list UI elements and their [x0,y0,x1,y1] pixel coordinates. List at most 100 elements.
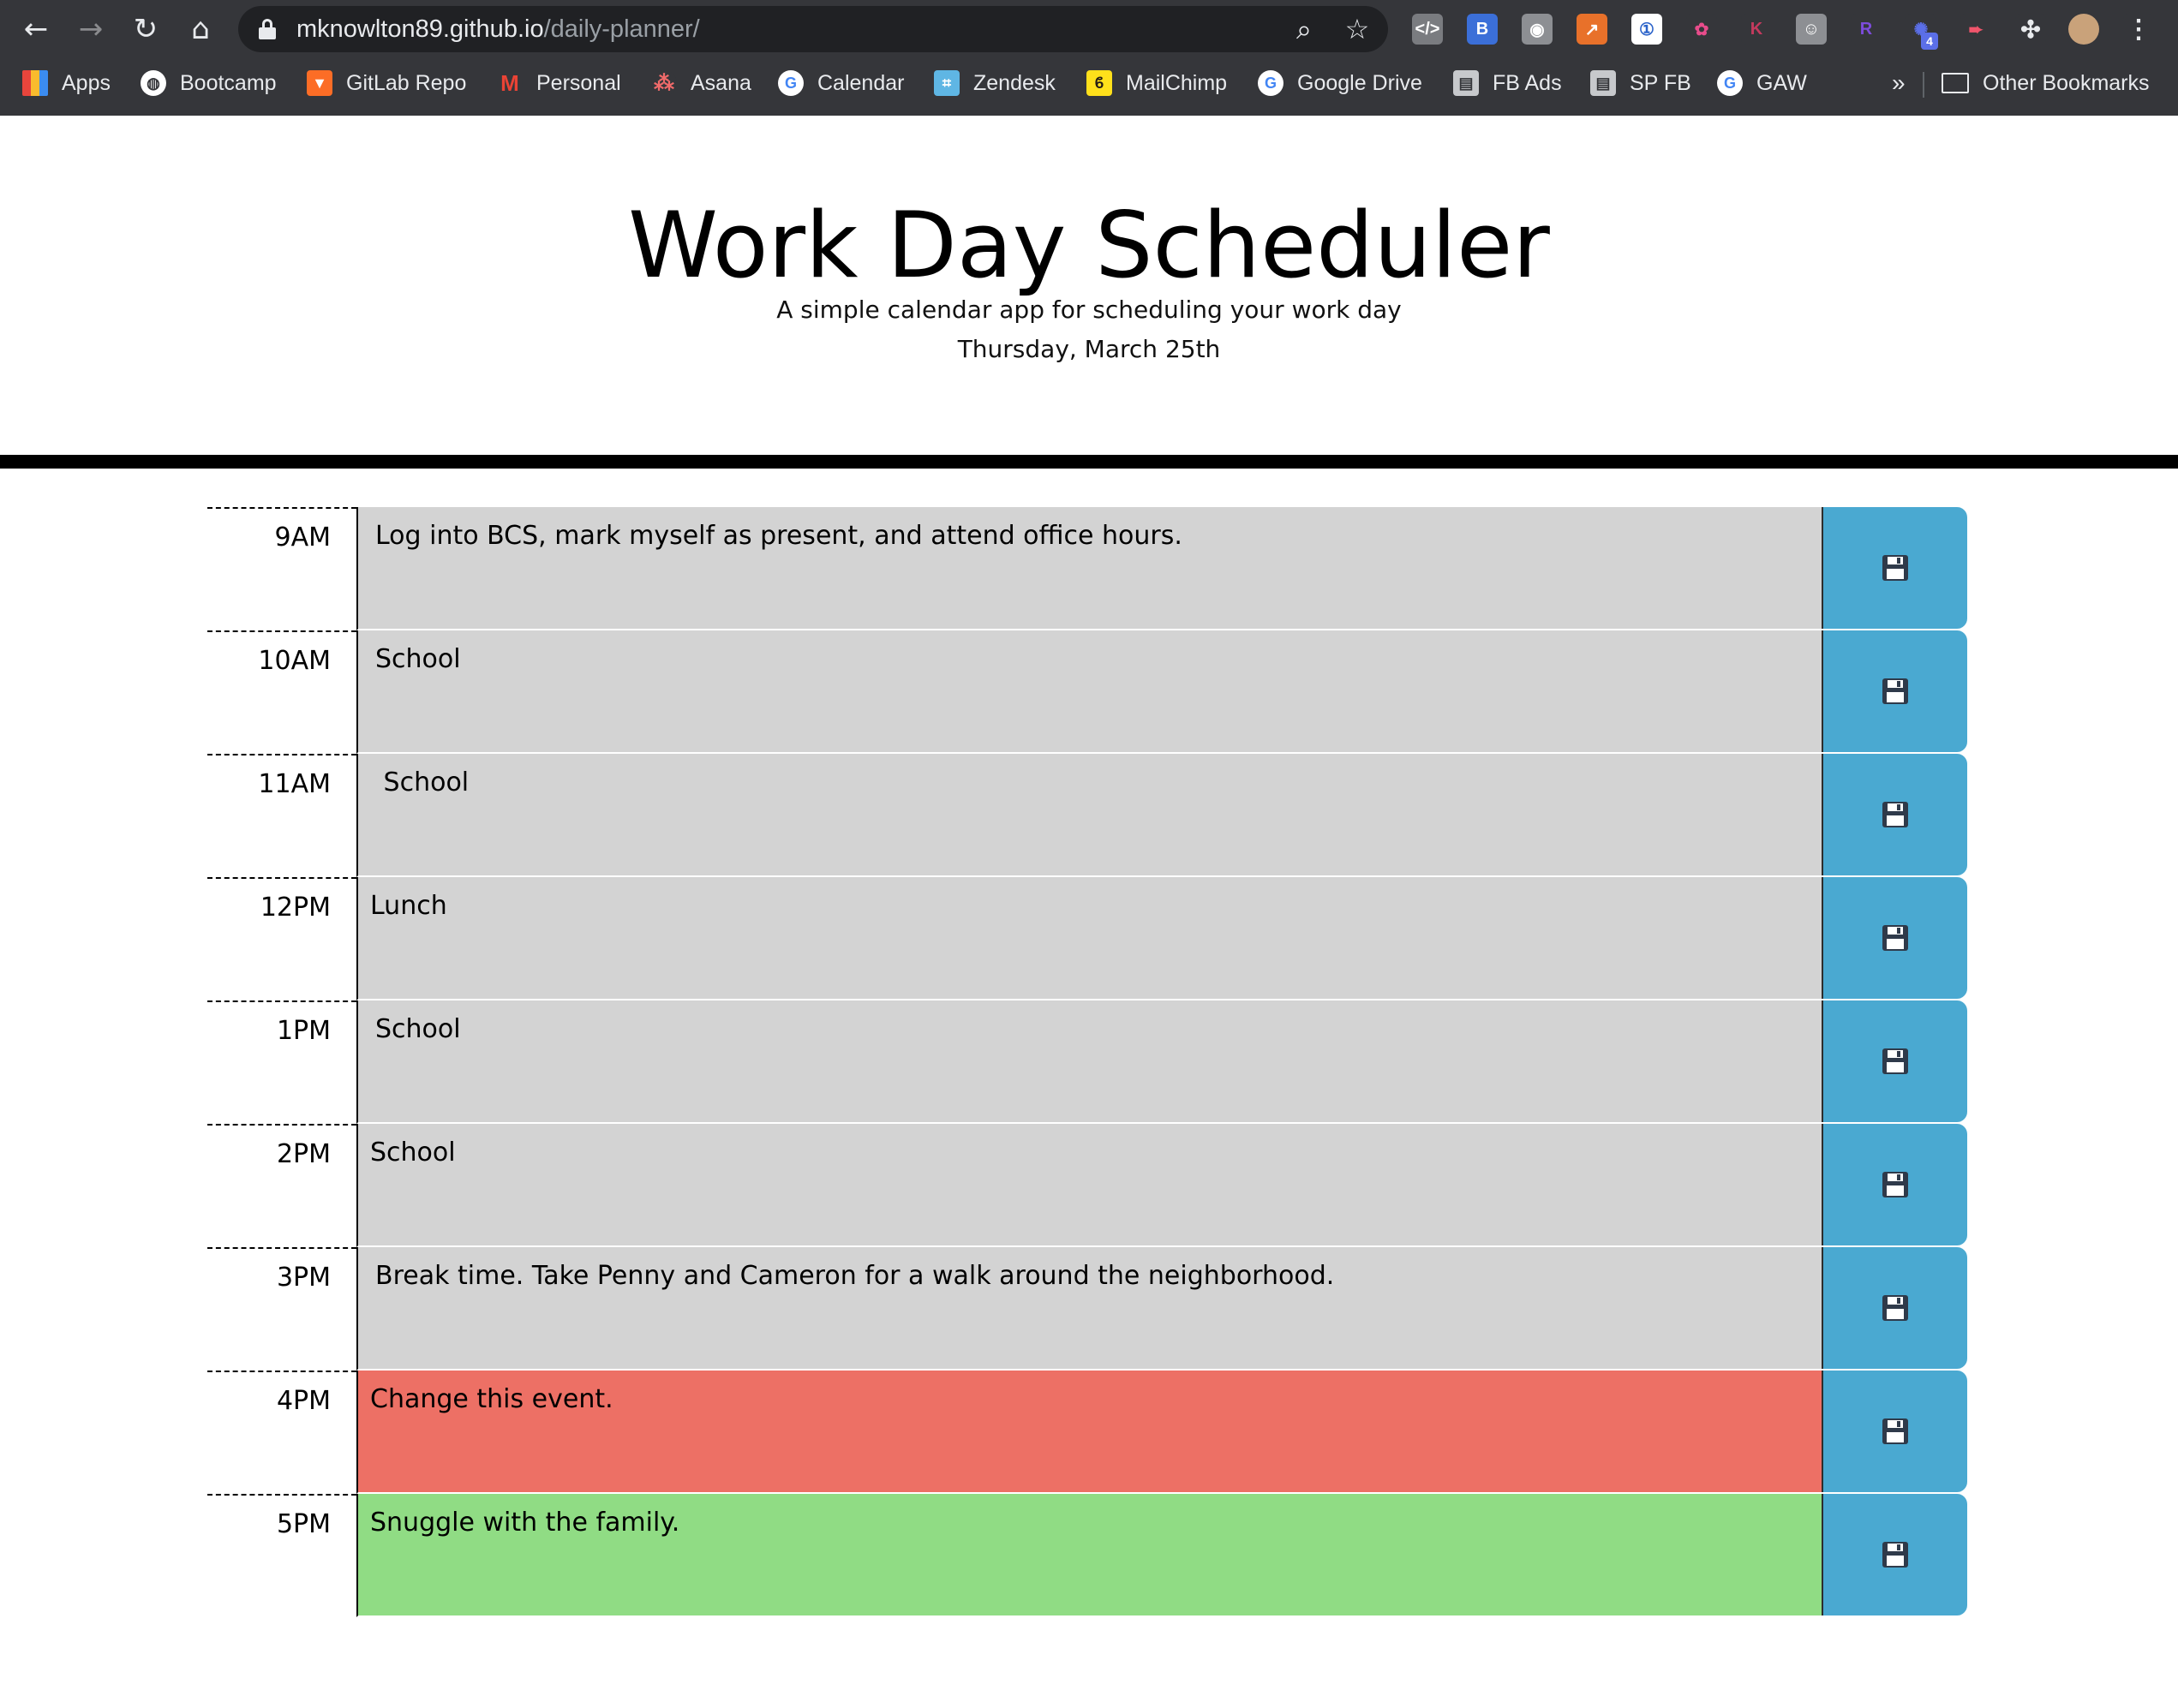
puzzle-extensions-icon[interactable]: ✣ [2015,14,2046,45]
bookmark-fb-ads[interactable]: ▤ FB Ads [1453,67,1562,99]
reload-icon[interactable]: ↻ [125,9,166,50]
bookmark-gaw[interactable]: G GAW [1717,67,1807,99]
profile-avatar[interactable] [2068,14,2099,45]
floppy-disk-icon [1882,555,1908,581]
globe-icon: ◍ [141,70,166,96]
bookmark-google-drive[interactable]: G Google Drive [1258,67,1422,99]
bookmark-zendesk[interactable]: ⌗ Zendesk [934,67,1056,99]
browser-toolbar: ← → ↻ ⌂ mknowlton89.github.io/daily-plan… [0,0,2178,58]
bookmarks-divider [1923,72,1924,98]
bookmark-star-icon[interactable]: ☆ [1342,14,1373,45]
bookmark-label: Personal [536,70,621,95]
event-description-input[interactable]: School [356,754,1822,877]
bookmark-label: GAW [1756,70,1807,95]
ghost-extension-icon[interactable]: ☺ [1796,14,1827,45]
save-button[interactable] [1822,1247,1967,1369]
url-text: mknowlton89.github.io/daily-planner/ [296,15,700,44]
hour-label: 12PM [207,877,356,1000]
floppy-disk-icon [1882,1048,1908,1074]
event-description-input[interactable]: Log into BCS, mark myself as present, an… [356,507,1822,630]
bookmark-calendar[interactable]: G Calendar [778,67,904,99]
save-button[interactable] [1822,1371,1967,1492]
k-extension-icon[interactable]: K [1741,14,1772,45]
bookmarks-bar: Apps ◍ Bootcamp ▼ GitLab Repo M Personal… [0,60,2178,106]
time-block-row: 11AM School [207,754,1967,877]
bookmark-mailchimp[interactable]: ϐ MailChimp [1086,67,1227,99]
floppy-disk-icon [1882,925,1908,951]
zoom-icon[interactable]: ⌕ [1289,14,1319,45]
bookmark-label: Calendar [817,70,905,95]
bookmark-gitlab-repo[interactable]: ▼ GitLab Repo [307,67,466,99]
event-description-input[interactable]: School [356,630,1822,754]
time-block-row: 9AM Log into BCS, mark myself as present… [207,507,1967,630]
bookmark-personal[interactable]: M Personal [497,67,621,99]
event-description-input[interactable]: School [356,1124,1822,1247]
address-bar[interactable]: mknowlton89.github.io/daily-planner/ ⌕ ☆ [238,6,1388,52]
bookmark-other-bookmarks[interactable]: Other Bookmarks [1942,67,2150,99]
gitlab-icon: ▼ [307,70,332,96]
video-extension-icon[interactable]: ➨ [1960,14,1991,45]
save-button[interactable] [1822,1494,1967,1615]
bookmark-label: Asana [691,70,751,95]
hour-label: 9AM [207,507,356,630]
hour-label: 4PM [207,1371,356,1494]
document-icon: ▤ [1590,70,1616,96]
bookmark-label: MailChimp [1126,70,1228,95]
camera-extension-icon[interactable]: ◉ [1522,14,1553,45]
page-title: Work Day Scheduler [628,193,1550,298]
time-block-row: 3PM Break time. Take Penny and Cameron f… [207,1247,1967,1371]
url-path: /daily-planner/ [543,15,700,43]
save-button[interactable] [1822,1124,1967,1245]
bookmark-asana[interactable]: ⁂ Asana [651,67,751,99]
google-icon: G [1717,70,1743,96]
document-icon: ▤ [1453,70,1479,96]
apps-grid-icon [22,70,48,96]
bookmark-label: Zendesk [973,70,1056,95]
save-button[interactable] [1822,754,1967,875]
browser-chrome: ← → ↻ ⌂ mknowlton89.github.io/daily-plan… [0,0,2178,116]
back-arrow-icon[interactable]: ← [15,9,57,50]
event-description-input[interactable]: Break time. Take Penny and Cameron for a… [356,1247,1822,1371]
floppy-disk-icon [1882,1418,1908,1444]
bookmark-label: Google Drive [1297,70,1422,95]
floppy-disk-icon [1882,678,1908,704]
gmail-icon: M [497,70,523,96]
event-description-input[interactable]: Snuggle with the family. [356,1494,1822,1617]
bookmark-label: SP FB [1630,70,1691,95]
color-picker-extension-icon[interactable]: ✿ [1686,14,1717,45]
event-description-input[interactable]: School [356,1000,1822,1124]
folder-icon [1942,73,1969,93]
bookmarks-overflow-chevron-icon[interactable]: » [1892,67,1906,99]
time-block-row: 12PM Lunch [207,877,1967,1000]
bookmark-label: Other Bookmarks [1983,70,2150,95]
save-button[interactable] [1822,507,1967,629]
code-extension-icon[interactable]: </> [1412,14,1443,45]
save-button[interactable] [1822,1000,1967,1122]
event-description-input[interactable]: Change this event. [356,1371,1822,1494]
hour-label: 10AM [207,630,356,754]
header-divider [0,455,2178,469]
extension-badge: 4 [1921,33,1938,50]
b-extension-icon[interactable]: B [1467,14,1498,45]
bookmark-label: GitLab Repo [346,70,467,95]
bookmark-sp-fb[interactable]: ▤ SP FB [1590,67,1691,99]
time-block-row: 1PM School [207,1000,1967,1124]
lastpass-extension-icon[interactable]: ① [1631,14,1662,45]
menu-kebab-icon[interactable]: ⋮ [2123,14,2154,45]
bookmark-apps[interactable]: Apps [22,67,111,99]
r-extension-icon[interactable]: R [1851,14,1882,45]
event-description-input[interactable]: Lunch [356,877,1822,1000]
analytics-extension-icon[interactable]: ↗ [1577,14,1607,45]
hour-label: 3PM [207,1247,356,1371]
save-button[interactable] [1822,630,1967,752]
bookmark-label: Bootcamp [180,70,277,95]
bookmark-bootcamp[interactable]: ◍ Bootcamp [141,67,277,99]
hour-label: 5PM [207,1494,356,1617]
forward-arrow-icon[interactable]: → [70,9,111,50]
time-block-row: 5PM Snuggle with the family. [207,1494,1967,1617]
current-date: Thursday, March 25th [957,335,1221,363]
floppy-disk-icon [1882,1295,1908,1321]
home-icon[interactable]: ⌂ [180,9,221,50]
hour-label: 1PM [207,1000,356,1124]
save-button[interactable] [1822,877,1967,999]
